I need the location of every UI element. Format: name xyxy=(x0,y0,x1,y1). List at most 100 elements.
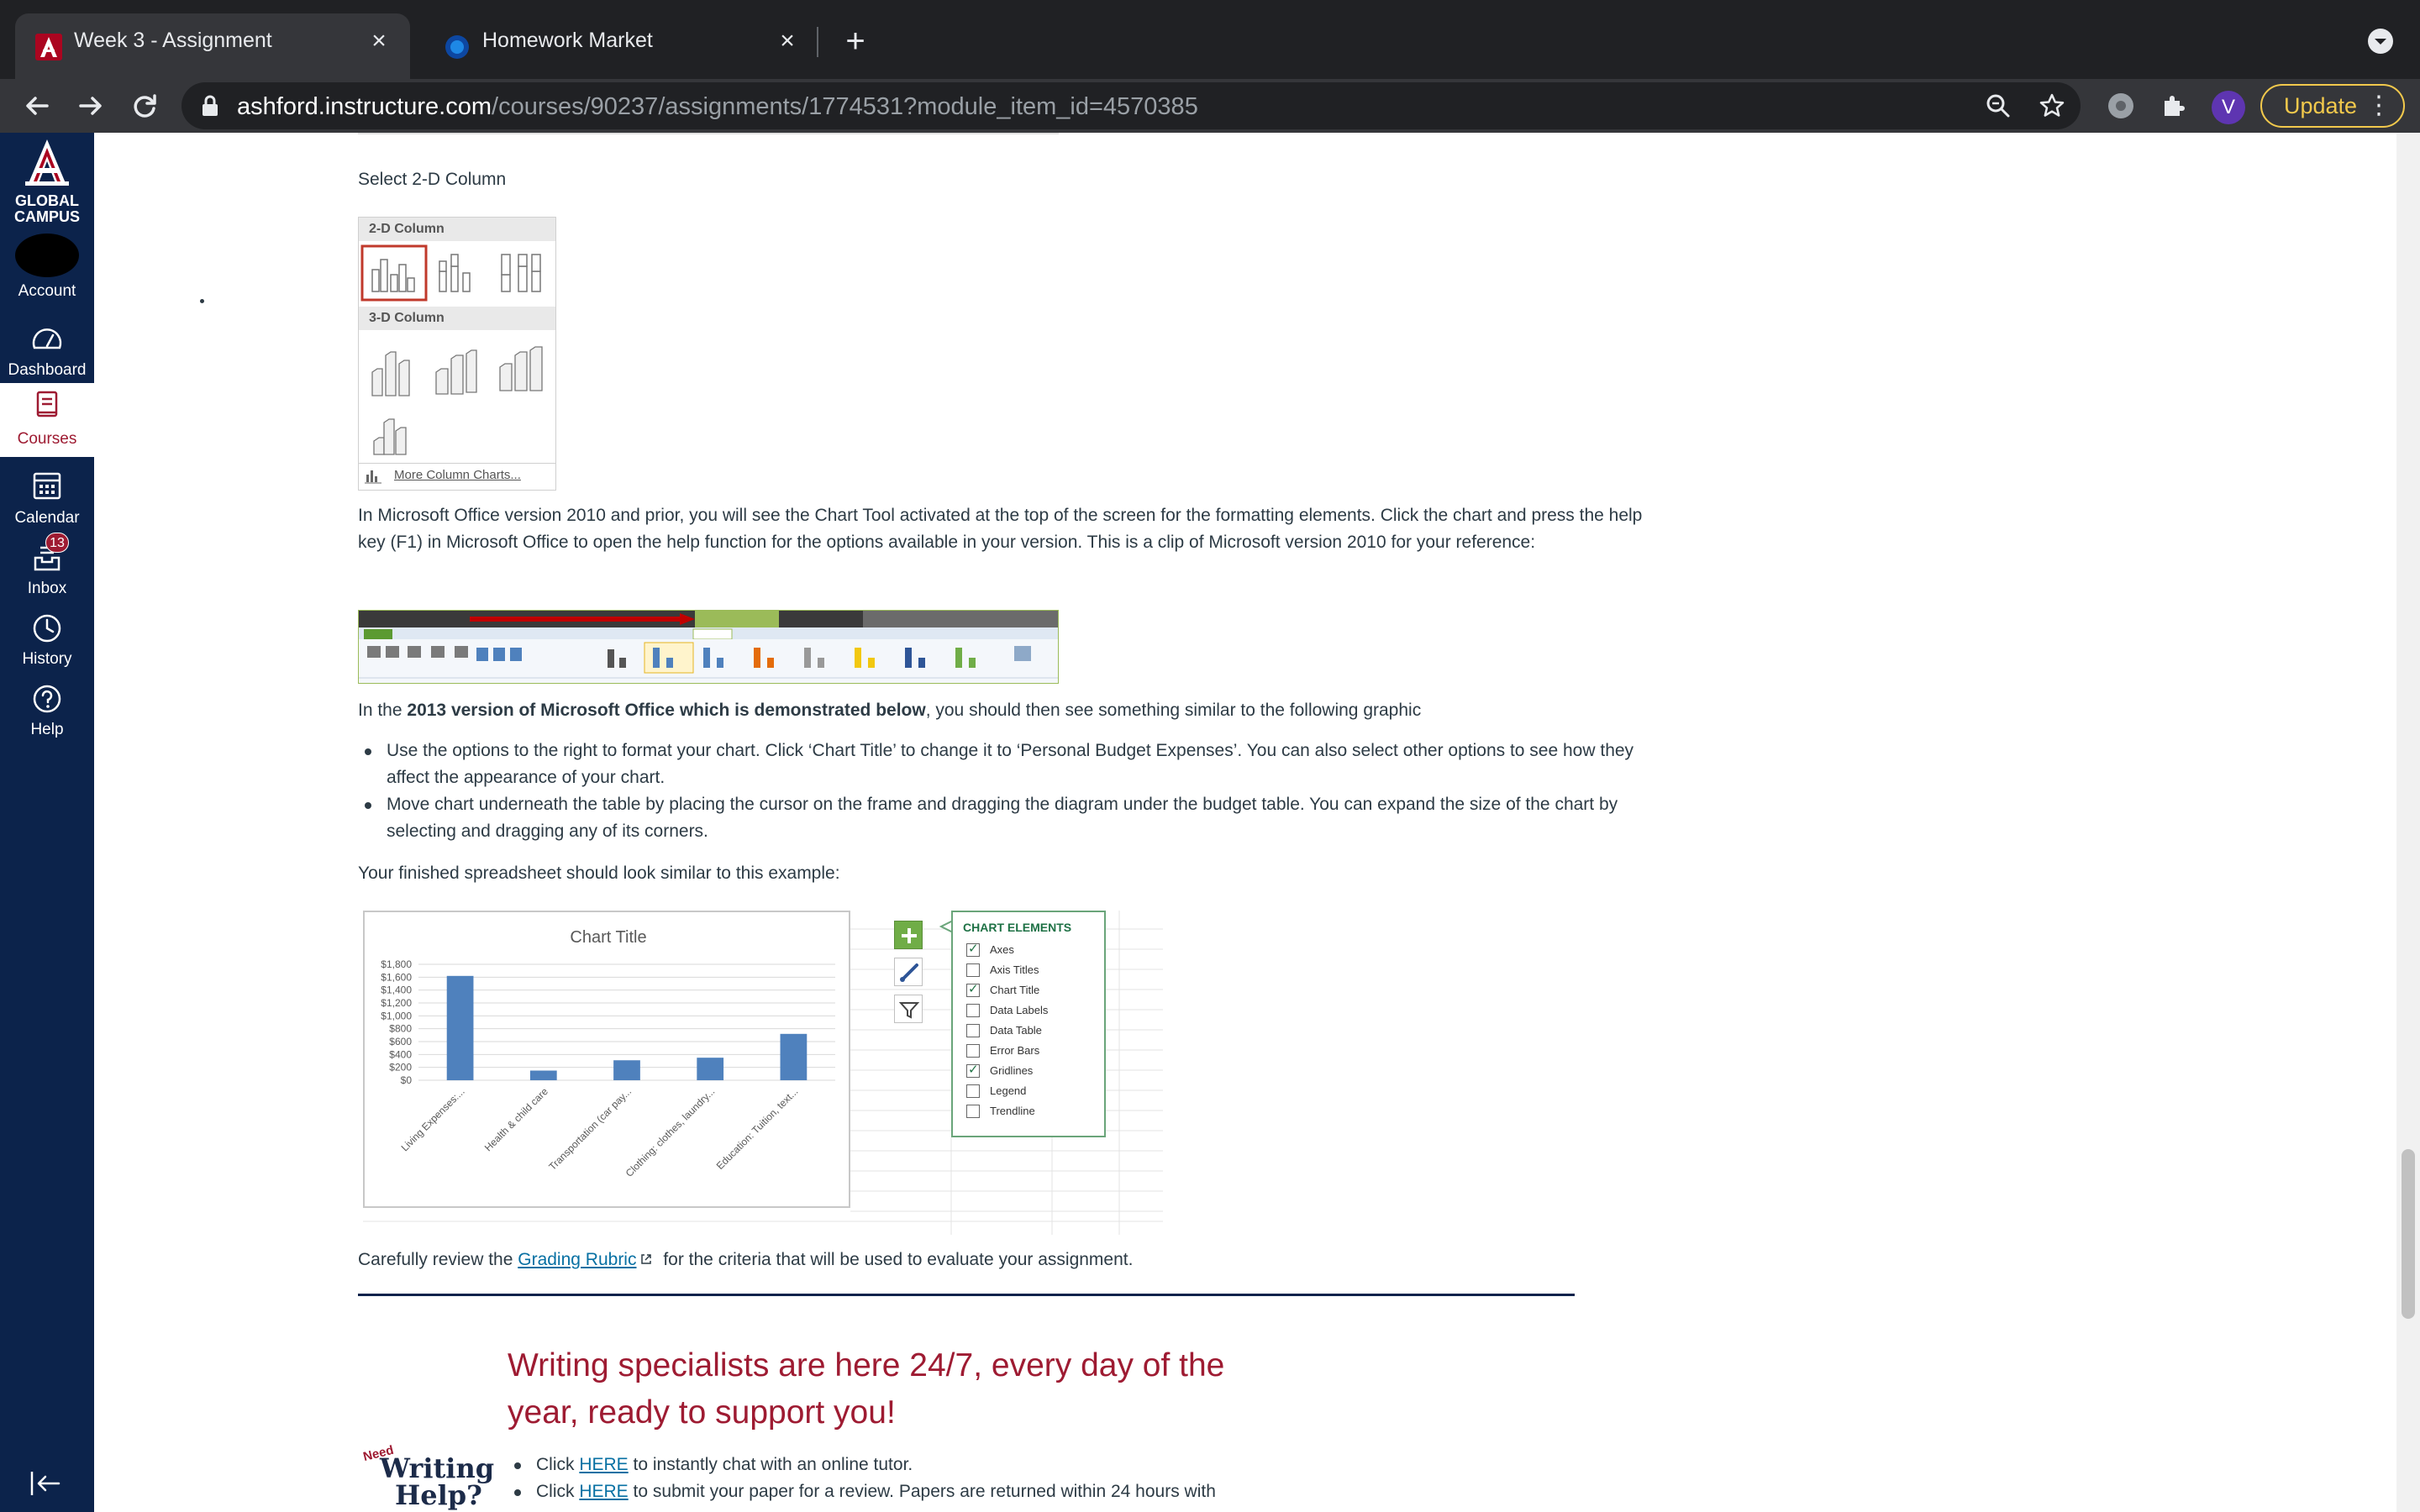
tab-homework-market[interactable]: Homework Market × xyxy=(424,13,818,79)
grading-rubric-link[interactable]: Grading Rubric xyxy=(518,1250,636,1269)
rubric-paragraph: Carefully review the Grading Rubric for … xyxy=(358,1250,1134,1269)
extensions-puzzle-icon[interactable] xyxy=(2158,91,2188,121)
checkbox[interactable] xyxy=(966,1023,980,1037)
logo-writing-text: Writing xyxy=(380,1452,495,1484)
nav-item-dashboard[interactable]: Dashboard xyxy=(0,319,94,388)
dashboard-gauge-icon xyxy=(32,328,62,349)
chart-element-data-table[interactable]: Data Table xyxy=(966,1023,1042,1038)
chart-styles-button[interactable] xyxy=(894,958,923,986)
office-2010-paragraph: In Microsoft Office version 2010 and pri… xyxy=(358,506,1643,552)
address-bar[interactable]: ashford.instructure.com/courses/90237/as… xyxy=(182,82,2081,129)
chart-frame[interactable]: Chart Title $0 $200 $400 $600 $800 $1,000 $1,2… xyxy=(363,911,850,1208)
nav-item-courses[interactable]: Courses xyxy=(0,383,94,457)
nav-label: Inbox xyxy=(27,580,67,597)
profile-avatar[interactable]: V xyxy=(2212,91,2245,124)
x-category-label: Education: Tuition, text... xyxy=(714,1085,801,1172)
chart-elements-button[interactable] xyxy=(894,921,923,949)
checkbox[interactable] xyxy=(966,1084,980,1098)
x-category-label: Transportation (car pay... xyxy=(546,1085,634,1173)
back-arrow-icon[interactable] xyxy=(17,86,57,126)
global-campus-logo[interactable]: GLOBAL CAMPUS xyxy=(0,133,94,235)
y-tick-label: $1,400 xyxy=(381,984,412,996)
chart-bar xyxy=(529,1070,557,1080)
chart-bar xyxy=(613,1060,640,1080)
checkbox[interactable] xyxy=(966,982,980,997)
arizona-a-logo-icon xyxy=(25,139,69,186)
stray-dot xyxy=(200,299,204,303)
logo-help-text: Help? xyxy=(395,1479,482,1511)
update-label: Update xyxy=(2284,93,2358,118)
close-tab-icon[interactable]: × xyxy=(775,29,800,54)
y-tick-label: $400 xyxy=(389,1048,412,1060)
new-tab-button[interactable]: + xyxy=(839,24,872,59)
nav-item-history[interactable]: History xyxy=(0,603,94,672)
nav-item-account[interactable]: Account xyxy=(0,277,94,311)
chart-element-axis-titles[interactable]: Axis Titles xyxy=(966,963,1039,978)
list-item: Move chart underneath the table by placi… xyxy=(358,791,1669,845)
tab-week3-assignment[interactable]: Week 3 - Assignment × xyxy=(15,13,410,79)
ribbon-screenshot-icon xyxy=(359,611,1058,683)
nav-label: History xyxy=(22,650,72,668)
url-text: ashford.instructure.com/courses/90237/as… xyxy=(237,93,1198,121)
3d-column-options-icon xyxy=(371,346,543,455)
checkbox[interactable] xyxy=(966,963,980,977)
nav-item-help[interactable]: Help xyxy=(0,674,94,743)
chat-tutor-link[interactable]: HERE xyxy=(579,1455,628,1474)
office-2013-bold: 2013 version of Microsoft Office which i… xyxy=(407,701,926,720)
assignment-content: Select 2-D Column 2-D Column 3-D Column … xyxy=(94,133,2396,1512)
account-avatar[interactable] xyxy=(15,234,79,277)
reload-icon[interactable] xyxy=(124,86,165,126)
chart-element-data-labels[interactable]: Data Labels xyxy=(966,1003,1048,1018)
chart-element-gridlines[interactable]: Gridlines xyxy=(966,1063,1033,1079)
chart-title: Chart Title xyxy=(570,928,646,947)
arizona-favicon-icon xyxy=(35,34,62,60)
chart-element-trendline[interactable]: Trendline xyxy=(966,1104,1035,1119)
history-clock-icon xyxy=(33,614,61,643)
external-link-icon xyxy=(641,1254,652,1264)
bookmark-star-icon[interactable] xyxy=(2039,92,2065,119)
chart-element-chart-title[interactable]: Chart Title xyxy=(966,982,1039,998)
chart-bars xyxy=(446,975,808,1080)
checkbox[interactable] xyxy=(966,1104,980,1118)
update-button[interactable]: Update ⋮ xyxy=(2260,84,2405,128)
global-navigation: GLOBAL CAMPUS Account Dashboard Courses … xyxy=(0,133,94,1512)
office-2010-ribbon-image xyxy=(358,610,1059,684)
2d-column-options-icon xyxy=(360,244,541,302)
lock-icon[interactable] xyxy=(198,94,222,118)
tab-title: Week 3 - Assignment xyxy=(74,29,272,52)
more-column-charts-label: More Column Charts... xyxy=(394,468,521,482)
tab-search-button[interactable] xyxy=(2368,29,2393,54)
nav-label: Dashboard xyxy=(8,361,87,379)
chart-element-error-bars[interactable]: Error Bars xyxy=(966,1043,1039,1058)
scrollbar-thumb[interactable] xyxy=(2402,1149,2415,1319)
nav-item-inbox[interactable]: 13 Inbox xyxy=(0,533,94,601)
homework-market-favicon-icon xyxy=(445,35,469,59)
chart-x-axis: Living Expenses:... Health & child careTr… xyxy=(399,1085,801,1179)
zoom-icon[interactable] xyxy=(1985,92,2012,119)
checkbox[interactable] xyxy=(966,1043,980,1058)
checkbox[interactable] xyxy=(966,942,980,957)
tab-title: Homework Market xyxy=(482,29,653,52)
more-menu-icon[interactable]: ⋮ xyxy=(2366,86,2391,126)
checkbox[interactable] xyxy=(966,1003,980,1017)
courses-book-icon xyxy=(36,391,58,417)
x-category-label: Living Expenses:... xyxy=(399,1085,467,1153)
y-tick-label: $0 xyxy=(401,1074,413,1086)
chart-elements-panel: CHART ELEMENTS Axes Axis Titles Chart Ti… xyxy=(951,911,1106,1137)
nav-label: Account xyxy=(18,282,76,300)
example-chart-image: Chart Title $0 $200 $400 $600 $800 $1,000 $1,2… xyxy=(363,911,1163,1235)
collapse-nav-icon[interactable] xyxy=(29,1468,62,1499)
chart-element-legend[interactable]: Legend xyxy=(966,1084,1026,1099)
checkbox[interactable] xyxy=(966,1063,980,1078)
nav-label: Courses xyxy=(17,430,77,448)
nav-item-calendar[interactable]: Calendar xyxy=(0,462,94,531)
submit-paper-link[interactable]: HERE xyxy=(579,1482,628,1501)
nav-label: Help xyxy=(30,721,64,738)
extension-record-icon[interactable] xyxy=(2106,91,2136,121)
chart-filters-button[interactable] xyxy=(894,995,923,1023)
page-scrollbar[interactable] xyxy=(2396,133,2420,1512)
chart-element-axes[interactable]: Axes xyxy=(966,942,1014,958)
plus-icon xyxy=(902,928,917,943)
forward-arrow-icon[interactable] xyxy=(71,86,111,126)
close-tab-icon[interactable]: × xyxy=(366,29,392,54)
